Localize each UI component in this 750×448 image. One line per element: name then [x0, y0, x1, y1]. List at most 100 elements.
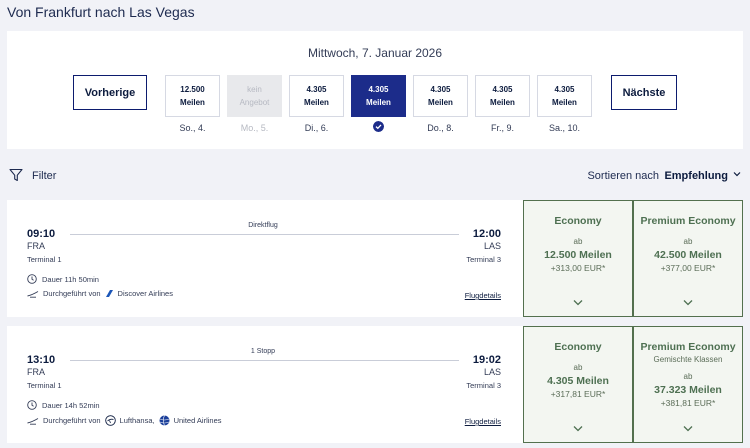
day-option-mon-5: kein Angebot Mo., 5. — [227, 75, 282, 133]
fare-class-title: Premium Economy — [640, 215, 736, 227]
flight-duration: Dauer 14h 52min — [27, 400, 100, 410]
flight-details-link[interactable]: Flugdetails — [465, 291, 501, 300]
route-line — [70, 234, 459, 235]
fare-from-label: ab — [573, 237, 583, 246]
flight-details-link[interactable]: Flugdetails — [465, 417, 501, 426]
arrival-airport: LAS — [483, 367, 501, 377]
sort-label: Sortieren nach — [587, 170, 659, 182]
day-option-wed-7-selected[interactable]: 4.305 Meilen — [351, 75, 406, 132]
day-price-box-selected[interactable]: 4.305 Meilen — [351, 75, 406, 117]
fare-premium-economy-option[interactable]: Premium Economy Gemischte Klassen ab 37.… — [633, 326, 743, 443]
clock-icon — [27, 400, 37, 410]
duration-text: Dauer 14h 52min — [42, 400, 100, 410]
day-label: Di., 6. — [304, 123, 329, 133]
day-no-offer-line2: Angebot — [239, 98, 270, 107]
fare-class-title: Economy — [554, 215, 602, 227]
fare-miles: 4.305 Meilen — [547, 375, 609, 387]
plane-icon — [27, 290, 39, 298]
day-price-unit: Meilen — [428, 98, 453, 107]
day-option-sat-10[interactable]: 4.305 Meilen Sa., 10. — [537, 75, 592, 133]
selected-date-heading: Mittwoch, 7. Januar 2026 — [307, 46, 443, 60]
departure-airport: FRA — [27, 367, 45, 377]
day-price-unit: Meilen — [490, 98, 515, 107]
arrival-airport: LAS — [483, 241, 501, 251]
day-label: Fr., 9. — [490, 123, 514, 133]
chevron-down-icon[interactable] — [733, 170, 741, 178]
previous-day-button[interactable]: Vorherige — [73, 75, 147, 110]
day-price-box[interactable]: 4.305 Meilen — [537, 75, 592, 117]
day-option-thu-8[interactable]: 4.305 Meilen Do., 8. — [413, 75, 468, 133]
day-label: Mo., 5. — [240, 123, 269, 133]
route-line — [70, 360, 459, 361]
stops-label: 1 Stopp — [246, 348, 280, 355]
lufthansa-crane-logo-icon — [104, 415, 116, 426]
operated-prefix: Durchgeführt von — [43, 416, 101, 425]
day-no-offer-box: kein Angebot — [227, 75, 282, 117]
airline-name: United Airlines — [173, 416, 222, 425]
arrival-time: 12:00 — [472, 228, 501, 240]
united-globe-logo-icon — [159, 415, 170, 426]
sort-dropdown[interactable]: Empfehlung — [664, 170, 728, 182]
fare-from-label: ab — [683, 372, 693, 381]
duration-text: Dauer 11h 50min — [42, 274, 99, 284]
arrival-terminal: Terminal 3 — [466, 255, 501, 264]
day-price-box[interactable]: 12.500 Meilen — [165, 75, 220, 117]
clock-icon — [27, 274, 37, 284]
operated-by: Durchgeführt von Discover Airlines — [27, 289, 173, 298]
fare-miles: 42.500 Meilen — [654, 249, 722, 261]
day-option-sun-4[interactable]: 12.500 Meilen So., 4. — [165, 75, 220, 133]
day-label: Do., 8. — [427, 123, 454, 133]
filter-funnel-icon[interactable] — [9, 168, 23, 182]
stops-info: Direktflug — [7, 222, 519, 229]
fare-economy-option[interactable]: Economy ab 12.500 Meilen +313,00 EUR* — [523, 200, 633, 317]
day-label: So., 4. — [179, 123, 206, 133]
day-price-miles: 4.305 — [492, 85, 513, 94]
departure-terminal: Terminal 1 — [27, 381, 62, 390]
date-selector-panel: Mittwoch, 7. Januar 2026 Vorherige 12.50… — [7, 31, 743, 149]
day-price-miles: 12.500 — [180, 85, 205, 94]
departure-terminal: Terminal 1 — [27, 255, 62, 264]
check-circle-icon — [373, 121, 384, 132]
fare-from-label: ab — [573, 363, 583, 372]
day-price-box[interactable]: 4.305 Meilen — [413, 75, 468, 117]
fare-premium-economy-option[interactable]: Premium Economy ab 42.500 Meilen +377,00… — [633, 200, 743, 317]
day-price-box[interactable]: 4.305 Meilen — [475, 75, 530, 117]
fare-economy-option[interactable]: Economy ab 4.305 Meilen +317,81 EUR* — [523, 326, 633, 443]
day-price-box[interactable]: 4.305 Meilen — [289, 75, 344, 117]
operated-prefix: Durchgeführt von — [43, 289, 101, 298]
arrival-terminal: Terminal 3 — [466, 381, 501, 390]
day-label: Sa., 10. — [548, 123, 581, 133]
stops-label: Direktflug — [244, 222, 282, 229]
fare-miles: 37.323 Meilen — [654, 384, 722, 396]
next-day-button[interactable]: Nächste — [611, 75, 677, 110]
departure-time: 09:10 — [27, 228, 56, 240]
flight-info: Direktflug 09:10 12:00 FRA LAS Terminal … — [7, 200, 519, 317]
fare-surcharge: +377,00 EUR* — [660, 263, 716, 273]
day-price-miles: 4.305 — [368, 85, 389, 94]
chevron-down-icon[interactable] — [683, 299, 693, 306]
day-price-miles: 4.305 — [554, 85, 575, 94]
filter-sort-bar: Filter Sortieren nach Empfehlung — [7, 166, 743, 186]
chevron-down-icon[interactable] — [573, 299, 583, 306]
day-price-unit: Meilen — [366, 98, 391, 107]
discover-airlines-logo-icon — [105, 290, 113, 297]
operated-by: Durchgeführt von Lufthansa, United Airli… — [27, 415, 222, 426]
day-price-miles: 4.305 — [306, 85, 327, 94]
departure-airport: FRA — [27, 241, 45, 251]
fare-class-title: Economy — [554, 341, 602, 353]
day-option-fri-9[interactable]: 4.305 Meilen Fr., 9. — [475, 75, 530, 133]
chevron-down-icon[interactable] — [573, 425, 583, 432]
plane-icon — [27, 417, 39, 425]
flight-result-card: 1 Stopp 13:10 19:02 FRA LAS Terminal 1 T… — [7, 326, 743, 443]
fare-surcharge: +381,81 EUR* — [660, 398, 716, 408]
day-option-tue-6[interactable]: 4.305 Meilen Di., 6. — [289, 75, 344, 133]
fare-surcharge: +317,81 EUR* — [550, 389, 606, 399]
departure-time: 13:10 — [27, 354, 56, 366]
filter-button[interactable]: Filter — [32, 170, 56, 182]
day-price-unit: Meilen — [552, 98, 577, 107]
flight-info: 1 Stopp 13:10 19:02 FRA LAS Terminal 1 T… — [7, 326, 519, 443]
page-title: Von Frankfurt nach Las Vegas — [7, 4, 195, 20]
chevron-down-icon[interactable] — [683, 425, 693, 432]
fare-from-label: ab — [683, 237, 693, 246]
day-price-miles: 4.305 — [430, 85, 451, 94]
